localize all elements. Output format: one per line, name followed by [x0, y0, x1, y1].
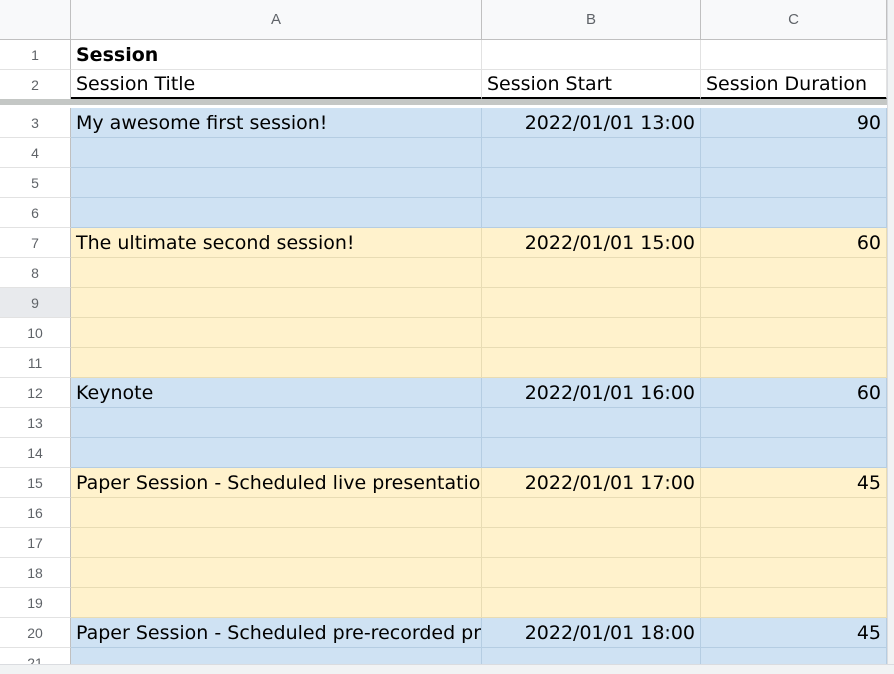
column-header-b[interactable]: B	[482, 0, 701, 40]
cell-session-duration[interactable]	[701, 348, 887, 378]
cell-session-start[interactable]	[482, 258, 701, 288]
row-header[interactable]: 15	[0, 468, 71, 498]
cell-session-start[interactable]: Session Start	[482, 70, 701, 100]
spreadsheet-grid: ABC 1 Session 2 Session Title Session Start S…	[0, 0, 894, 674]
cell-session-title[interactable]: Session Title	[71, 70, 482, 100]
cell-session-duration[interactable]: 45	[701, 468, 887, 498]
column-header-a[interactable]: A	[71, 0, 482, 40]
cell-session-duration[interactable]	[701, 258, 887, 288]
row-header[interactable]: 8	[0, 258, 71, 288]
horizontal-scrollbar[interactable]	[0, 664, 894, 674]
cell-session-title[interactable]	[71, 408, 482, 438]
cell-session-start[interactable]	[482, 588, 701, 618]
cell-session-duration[interactable]	[701, 138, 887, 168]
cell-session-title[interactable]: Keynote	[71, 378, 482, 408]
row-header[interactable]: 5	[0, 168, 71, 198]
cell-session-start[interactable]	[482, 40, 701, 70]
cell-session-title[interactable]: My awesome first session!	[71, 108, 482, 138]
cell-session-title[interactable]	[71, 288, 482, 318]
row-header[interactable]: 17	[0, 528, 71, 558]
cell-session-title[interactable]	[71, 498, 482, 528]
cell-session-duration[interactable]	[701, 408, 887, 438]
cell-session-start[interactable]	[482, 198, 701, 228]
row-header[interactable]: 2	[0, 70, 71, 100]
row-header[interactable]: 12	[0, 378, 71, 408]
row-header[interactable]: 3	[0, 108, 71, 138]
cell-session-start[interactable]	[482, 318, 701, 348]
cell-session-duration[interactable]	[701, 318, 887, 348]
cell-session-duration[interactable]: 60	[701, 378, 887, 408]
row-header[interactable]: 11	[0, 348, 71, 378]
row-header[interactable]: 14	[0, 438, 71, 468]
cell-session-start[interactable]	[482, 168, 701, 198]
cell-session-start[interactable]	[482, 288, 701, 318]
cell-session-duration[interactable]: 90	[701, 108, 887, 138]
row-header[interactable]: 9	[0, 288, 71, 318]
cell-session-duration[interactable]	[701, 498, 887, 528]
row-header[interactable]: 19	[0, 588, 71, 618]
column-header-c[interactable]: C	[701, 0, 887, 40]
cell-session-title[interactable]	[71, 318, 482, 348]
cell-session-title[interactable]	[71, 528, 482, 558]
row-header[interactable]: 6	[0, 198, 71, 228]
select-all-corner[interactable]	[0, 0, 71, 40]
cell-session-start[interactable]	[482, 408, 701, 438]
cell-session-duration[interactable]	[701, 168, 887, 198]
cell-session-duration[interactable]	[701, 588, 887, 618]
row-header[interactable]: 16	[0, 498, 71, 528]
cell-session-duration[interactable]	[701, 40, 887, 70]
cell-session-start[interactable]	[482, 138, 701, 168]
cell-session-title[interactable]: Paper Session - Scheduled live presentat…	[71, 468, 482, 498]
cell-session-duration[interactable]: 60	[701, 228, 887, 258]
cell-session-start[interactable]: 2022/01/01 16:00	[482, 378, 701, 408]
row-header[interactable]: 18	[0, 558, 71, 588]
cell-session-title[interactable]	[71, 198, 482, 228]
cell-session-duration[interactable]: 45	[701, 618, 887, 648]
cell-session-title[interactable]	[71, 258, 482, 288]
row-header[interactable]: 1	[0, 40, 71, 70]
row-header[interactable]: 7	[0, 228, 71, 258]
vertical-scrollbar[interactable]	[887, 0, 894, 674]
frozen-rows-divider[interactable]	[0, 99, 887, 105]
cell-session-start[interactable]: 2022/01/01 15:00	[482, 228, 701, 258]
cell-session-start[interactable]	[482, 528, 701, 558]
cell-session-title[interactable]	[71, 168, 482, 198]
row-header[interactable]: 4	[0, 138, 71, 168]
row-header[interactable]: 20	[0, 618, 71, 648]
cell-session-duration[interactable]: Session Duration	[701, 70, 887, 100]
cell-session-title[interactable]: Session	[71, 40, 482, 70]
cell-session-start[interactable]: 2022/01/01 17:00	[482, 468, 701, 498]
row-header[interactable]: 13	[0, 408, 71, 438]
cell-session-start[interactable]	[482, 498, 701, 528]
cell-session-duration[interactable]	[701, 438, 887, 468]
cell-session-start[interactable]	[482, 348, 701, 378]
cell-session-title[interactable]: The ultimate second session!	[71, 228, 482, 258]
cell-session-duration[interactable]	[701, 528, 887, 558]
cell-session-start[interactable]: 2022/01/01 18:00	[482, 618, 701, 648]
cell-session-start[interactable]	[482, 438, 701, 468]
cell-session-duration[interactable]	[701, 198, 887, 228]
cell-session-title[interactable]	[71, 438, 482, 468]
cell-session-title[interactable]	[71, 558, 482, 588]
cell-session-title[interactable]	[71, 138, 482, 168]
cell-session-title[interactable]: Paper Session - Scheduled pre-recorded p…	[71, 618, 482, 648]
cell-session-duration[interactable]	[701, 558, 887, 588]
cell-session-title[interactable]	[71, 588, 482, 618]
cell-session-duration[interactable]	[701, 288, 887, 318]
row-header[interactable]: 10	[0, 318, 71, 348]
cell-session-start[interactable]: 2022/01/01 13:00	[482, 108, 701, 138]
cell-session-title[interactable]	[71, 348, 482, 378]
cell-session-start[interactable]	[482, 558, 701, 588]
